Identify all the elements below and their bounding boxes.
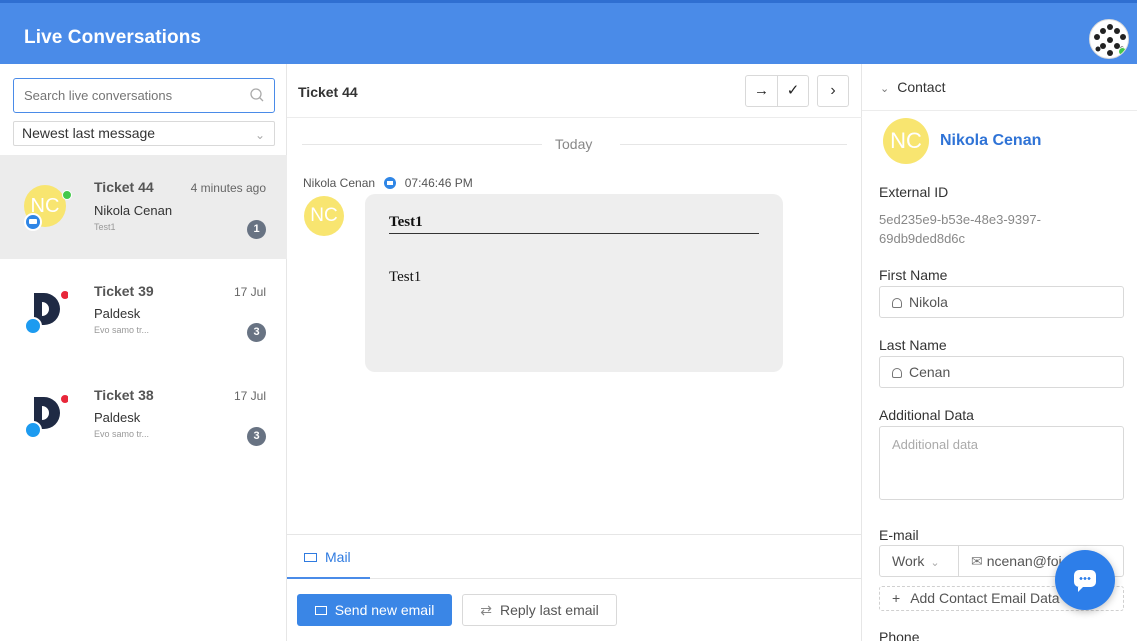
conversation-contact-name: Paldesk — [94, 306, 141, 321]
ticket-panel: Ticket 44 → ✓ › Today Nikola Cenan 07:46… — [287, 64, 862, 641]
chat-widget-button[interactable] — [1055, 550, 1115, 610]
search-icon[interactable] — [249, 87, 265, 103]
message-bubble: Test1 Test1 — [365, 194, 783, 372]
conversation-contact-name: Nikola Cenan — [94, 203, 173, 218]
conversation-item-ticket-44[interactable]: NC Ticket 44 4 minutes ago Nikola Cenan … — [0, 155, 287, 259]
sort-select-value: Newest last message — [22, 125, 156, 141]
contact-section-label: Contact — [897, 79, 946, 95]
chat-icon — [24, 213, 42, 231]
external-id-label: External ID — [879, 184, 949, 200]
conversation-title: Ticket 39 — [94, 283, 154, 299]
message-meta: Nikola Cenan 07:46:46 PM — [303, 176, 473, 190]
online-status-dot — [1118, 47, 1127, 56]
swap-icon: ⇄ — [480, 602, 492, 618]
conversation-snippet: Evo samo tr... — [94, 429, 150, 439]
sort-select[interactable]: Newest last message ⌄ — [13, 121, 275, 146]
email-value: ncenan@foj — [986, 553, 1062, 569]
chevron-down-icon: ⌄ — [930, 557, 940, 569]
ticket-action-group: → ✓ — [745, 75, 809, 107]
conversation-time: 4 minutes ago — [190, 181, 266, 195]
search-box — [13, 78, 275, 113]
message-heading: Test1 — [389, 214, 759, 234]
twitter-icon — [24, 317, 42, 335]
reply-last-email-label: Reply last email — [499, 602, 599, 618]
first-name-value: Nikola — [909, 294, 948, 310]
user-avatar[interactable] — [1089, 19, 1129, 59]
conversation-contact-name: Paldesk — [94, 410, 141, 425]
message-body: Test1 — [389, 269, 422, 285]
unread-count-badge: 3 — [247, 427, 266, 446]
last-name-field[interactable]: Cenan — [879, 356, 1124, 388]
reply-last-email-button[interactable]: ⇄ Reply last email — [462, 594, 617, 626]
tab-mail[interactable]: Mail — [287, 535, 370, 579]
ticket-header: Ticket 44 → ✓ › — [287, 64, 862, 118]
conversation-snippet: Test1 — [94, 222, 116, 232]
conversation-time: 17 Jul — [233, 389, 266, 403]
unread-count-badge: 1 — [247, 220, 266, 239]
twitter-icon — [24, 421, 42, 439]
message-avatar: NC — [304, 196, 344, 236]
arrow-right-icon[interactable]: → — [746, 76, 777, 106]
tab-mail-label: Mail — [325, 549, 351, 565]
additional-data-label: Additional Data — [879, 407, 974, 423]
chevron-down-icon: ⌄ — [254, 128, 265, 142]
contact-name[interactable]: Nikola Cenan — [940, 132, 1041, 150]
contact-panel: ⌄ Contact NC Nikola Cenan External ID 5ed… — [862, 64, 1137, 641]
user-icon — [892, 298, 902, 308]
search-input[interactable] — [14, 79, 234, 112]
message-time: 07:46:46 PM — [404, 176, 473, 190]
plus-icon: + — [892, 590, 901, 606]
conversation-list-panel: Newest last message ⌄ NC Ticket 44 4 min… — [0, 64, 287, 641]
send-new-email-button[interactable]: Send new email — [297, 594, 452, 626]
contact-avatar: NC — [883, 118, 929, 164]
message-author: Nikola Cenan — [303, 176, 376, 190]
ticket-title: Ticket 44 — [298, 84, 358, 100]
email-type-select[interactable]: Work ⌄ — [880, 546, 959, 576]
online-status-dot — [62, 190, 72, 200]
conversation-title: Ticket 38 — [94, 387, 154, 403]
first-name-field[interactable]: Nikola — [879, 286, 1124, 318]
unread-count-badge: 3 — [247, 323, 266, 342]
chevron-right-icon[interactable]: › — [817, 75, 849, 107]
send-new-email-label: Send new email — [334, 602, 435, 618]
day-separator: Today — [302, 136, 847, 152]
top-bar: Live Conversations — [0, 0, 1137, 64]
phone-label: Phone — [879, 629, 920, 641]
check-icon[interactable]: ✓ — [776, 76, 808, 106]
external-id-value: 5ed235e9-b53e-48e3-9397-69db9ded8d6c — [879, 212, 1041, 246]
day-label: Today — [555, 136, 593, 152]
conversation-time: 17 Jul — [233, 285, 266, 299]
mail-icon — [304, 553, 317, 562]
conversation-item-ticket-39[interactable]: Ticket 39 17 Jul Paldesk Evo samo tr... … — [0, 259, 287, 363]
last-name-label: Last Name — [879, 337, 947, 353]
app-title: Live Conversations — [24, 27, 202, 48]
email-label: E-mail — [879, 527, 919, 543]
additional-data-textarea[interactable]: Additional data — [879, 426, 1124, 500]
conversation-title: Ticket 44 — [94, 179, 154, 195]
add-contact-email-label: Add Contact Email Data — [910, 590, 1060, 606]
reply-tabs: Mail — [287, 534, 862, 579]
last-name-value: Cenan — [909, 364, 951, 380]
conversation-snippet: Evo samo tr... — [94, 325, 150, 335]
user-icon — [892, 368, 902, 378]
email-type-value: Work — [892, 553, 925, 569]
mail-icon — [314, 606, 327, 615]
mail-icon: ✉ — [971, 553, 983, 569]
chat-icon — [384, 177, 397, 189]
first-name-label: First Name — [879, 267, 948, 283]
conversation-item-ticket-38[interactable]: Ticket 38 17 Jul Paldesk Evo samo tr... … — [0, 363, 287, 467]
contact-section-toggle[interactable]: ⌄ Contact — [880, 79, 945, 95]
chevron-down-icon: ⌄ — [880, 83, 890, 95]
email-input[interactable]: ✉ ncenan@foj — [959, 546, 1062, 576]
